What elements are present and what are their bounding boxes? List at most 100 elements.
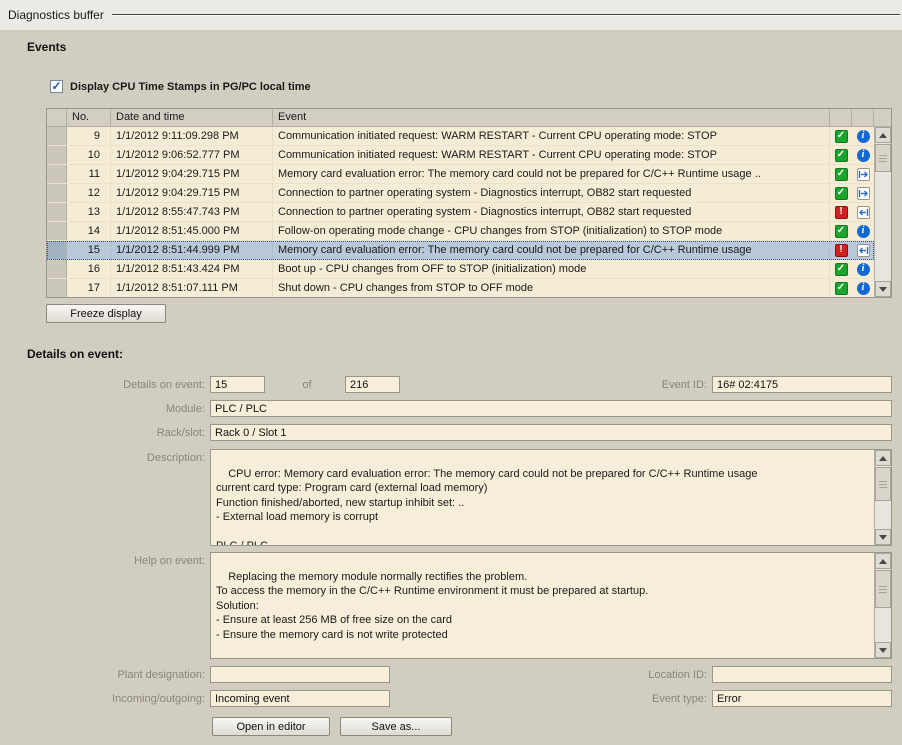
events-table: No. Date and time Event 9 1/1/2012 9:11:…: [46, 108, 892, 298]
table-row[interactable]: 9 1/1/2012 9:11:09.298 PM Communication …: [47, 127, 874, 146]
row-selector[interactable]: [47, 184, 67, 202]
scroll-up-button[interactable]: [875, 127, 891, 143]
table-row[interactable]: 11 1/1/2012 9:04:29.715 PM Memory card e…: [47, 165, 874, 184]
scroll-up-button[interactable]: [875, 450, 891, 466]
event-id-field[interactable]: [712, 376, 892, 393]
direction-icon: i: [852, 279, 874, 297]
table-row[interactable]: 14 1/1/2012 8:51:45.000 PM Follow-on ope…: [47, 222, 874, 241]
event-text: Connection to partner operating system -…: [273, 203, 830, 221]
description-scrollbar[interactable]: [874, 450, 891, 545]
freeze-display-button[interactable]: Freeze display: [46, 304, 166, 323]
row-selector[interactable]: [47, 279, 67, 297]
incoming-outgoing-field[interactable]: [210, 690, 390, 707]
table-row[interactable]: 10 1/1/2012 9:06:52.777 PM Communication…: [47, 146, 874, 165]
event-type-field[interactable]: [712, 690, 892, 707]
arrow-down-icon: [879, 648, 887, 653]
location-id-field[interactable]: [712, 666, 892, 683]
event-no: 13: [67, 203, 111, 221]
table-row[interactable]: 13 1/1/2012 8:55:47.743 PM Connection to…: [47, 203, 874, 222]
row-selector[interactable]: [47, 146, 67, 164]
save-as-button[interactable]: Save as...: [340, 717, 452, 736]
event-date: 1/1/2012 8:55:47.743 PM: [111, 203, 273, 221]
open-in-editor-button[interactable]: Open in editor: [212, 717, 330, 736]
direction-icon: i: [852, 222, 874, 240]
description-label: Description:: [20, 450, 205, 467]
event-text: Follow-on operating mode change - CPU ch…: [273, 222, 830, 240]
details-total-field[interactable]: [345, 376, 400, 393]
arrow-up-icon: [879, 133, 887, 138]
module-label: Module:: [20, 401, 205, 418]
event-no: 11: [67, 165, 111, 183]
arrow-down-icon: [879, 287, 887, 292]
column-header-event[interactable]: Event: [273, 109, 830, 126]
event-text: Connection to partner operating system -…: [273, 184, 830, 202]
plant-designation-label: Plant designation:: [20, 667, 205, 684]
location-id-label: Location ID:: [560, 667, 707, 684]
table-row[interactable]: 15 1/1/2012 8:51:44.999 PM Memory card e…: [47, 241, 874, 260]
direction-icon: i: [852, 260, 874, 278]
outgoing-event-icon: [857, 168, 870, 181]
green-check-icon: ✓: [835, 187, 848, 200]
green-check-icon: ✓: [835, 149, 848, 162]
table-row[interactable]: 12 1/1/2012 9:04:29.715 PM Connection to…: [47, 184, 874, 203]
help-text: Replacing the memory module normally rec…: [216, 571, 648, 641]
event-no: 9: [67, 127, 111, 145]
info-icon: i: [857, 130, 870, 143]
event-type-label: Event type:: [560, 691, 707, 708]
help-textarea[interactable]: Replacing the memory module normally rec…: [210, 552, 892, 659]
direction-icon: i: [852, 127, 874, 145]
scroll-down-button[interactable]: [875, 529, 891, 545]
row-selector[interactable]: [47, 260, 67, 278]
row-selector[interactable]: [47, 203, 67, 221]
info-icon: i: [857, 149, 870, 162]
error-icon: !: [835, 244, 848, 257]
status-icon: !: [830, 241, 852, 259]
column-header-no[interactable]: No.: [67, 109, 111, 126]
row-selector[interactable]: [47, 222, 67, 240]
incoming-event-icon: [857, 244, 870, 257]
column-header-status: [830, 109, 852, 126]
table-row[interactable]: 17 1/1/2012 8:51:07.111 PM Shut down - C…: [47, 279, 874, 297]
event-no: 10: [67, 146, 111, 164]
direction-icon: i: [852, 146, 874, 164]
timestamp-checkbox[interactable]: [50, 80, 63, 93]
details-index-field[interactable]: [210, 376, 265, 393]
event-date: 1/1/2012 8:51:44.999 PM: [111, 241, 273, 259]
green-check-icon: ✓: [835, 168, 848, 181]
plant-designation-field[interactable]: [210, 666, 390, 683]
module-field[interactable]: [210, 400, 892, 417]
timestamp-checkbox-label: Display CPU Time Stamps in PG/PC local t…: [70, 81, 311, 93]
column-header-date[interactable]: Date and time: [111, 109, 273, 126]
rack-slot-field[interactable]: [210, 424, 892, 441]
event-date: 1/1/2012 9:06:52.777 PM: [111, 146, 273, 164]
status-icon: ✓: [830, 260, 852, 278]
incoming-event-icon: [857, 206, 870, 219]
rack-slot-label: Rack/slot:: [20, 425, 205, 442]
event-text: Shut down - CPU changes from STOP to OFF…: [273, 279, 830, 297]
help-scrollbar[interactable]: [874, 553, 891, 658]
scrollbar-thumb[interactable]: [875, 467, 891, 501]
column-header-selector: [47, 109, 67, 126]
scroll-down-button[interactable]: [875, 642, 891, 658]
green-check-icon: ✓: [835, 130, 848, 143]
event-no: 14: [67, 222, 111, 240]
event-date: 1/1/2012 9:11:09.298 PM: [111, 127, 273, 145]
scrollbar-thumb[interactable]: [875, 570, 891, 608]
header-rule: [112, 14, 900, 16]
status-icon: ✓: [830, 165, 852, 183]
info-icon: i: [857, 225, 870, 238]
scrollbar-thumb[interactable]: [875, 144, 891, 172]
scroll-up-button[interactable]: [875, 553, 891, 569]
scroll-down-button[interactable]: [875, 281, 891, 297]
row-selector[interactable]: [47, 127, 67, 145]
description-textarea[interactable]: CPU error: Memory card evaluation error:…: [210, 449, 892, 546]
event-text: Communication initiated request: WARM RE…: [273, 146, 830, 164]
direction-icon: [852, 203, 874, 221]
row-selector[interactable]: [47, 241, 67, 259]
events-scrollbar[interactable]: [874, 127, 891, 297]
event-text: Communication initiated request: WARM RE…: [273, 127, 830, 145]
table-row[interactable]: 16 1/1/2012 8:51:43.424 PM Boot up - CPU…: [47, 260, 874, 279]
status-icon: ✓: [830, 184, 852, 202]
event-no: 12: [67, 184, 111, 202]
row-selector[interactable]: [47, 165, 67, 183]
